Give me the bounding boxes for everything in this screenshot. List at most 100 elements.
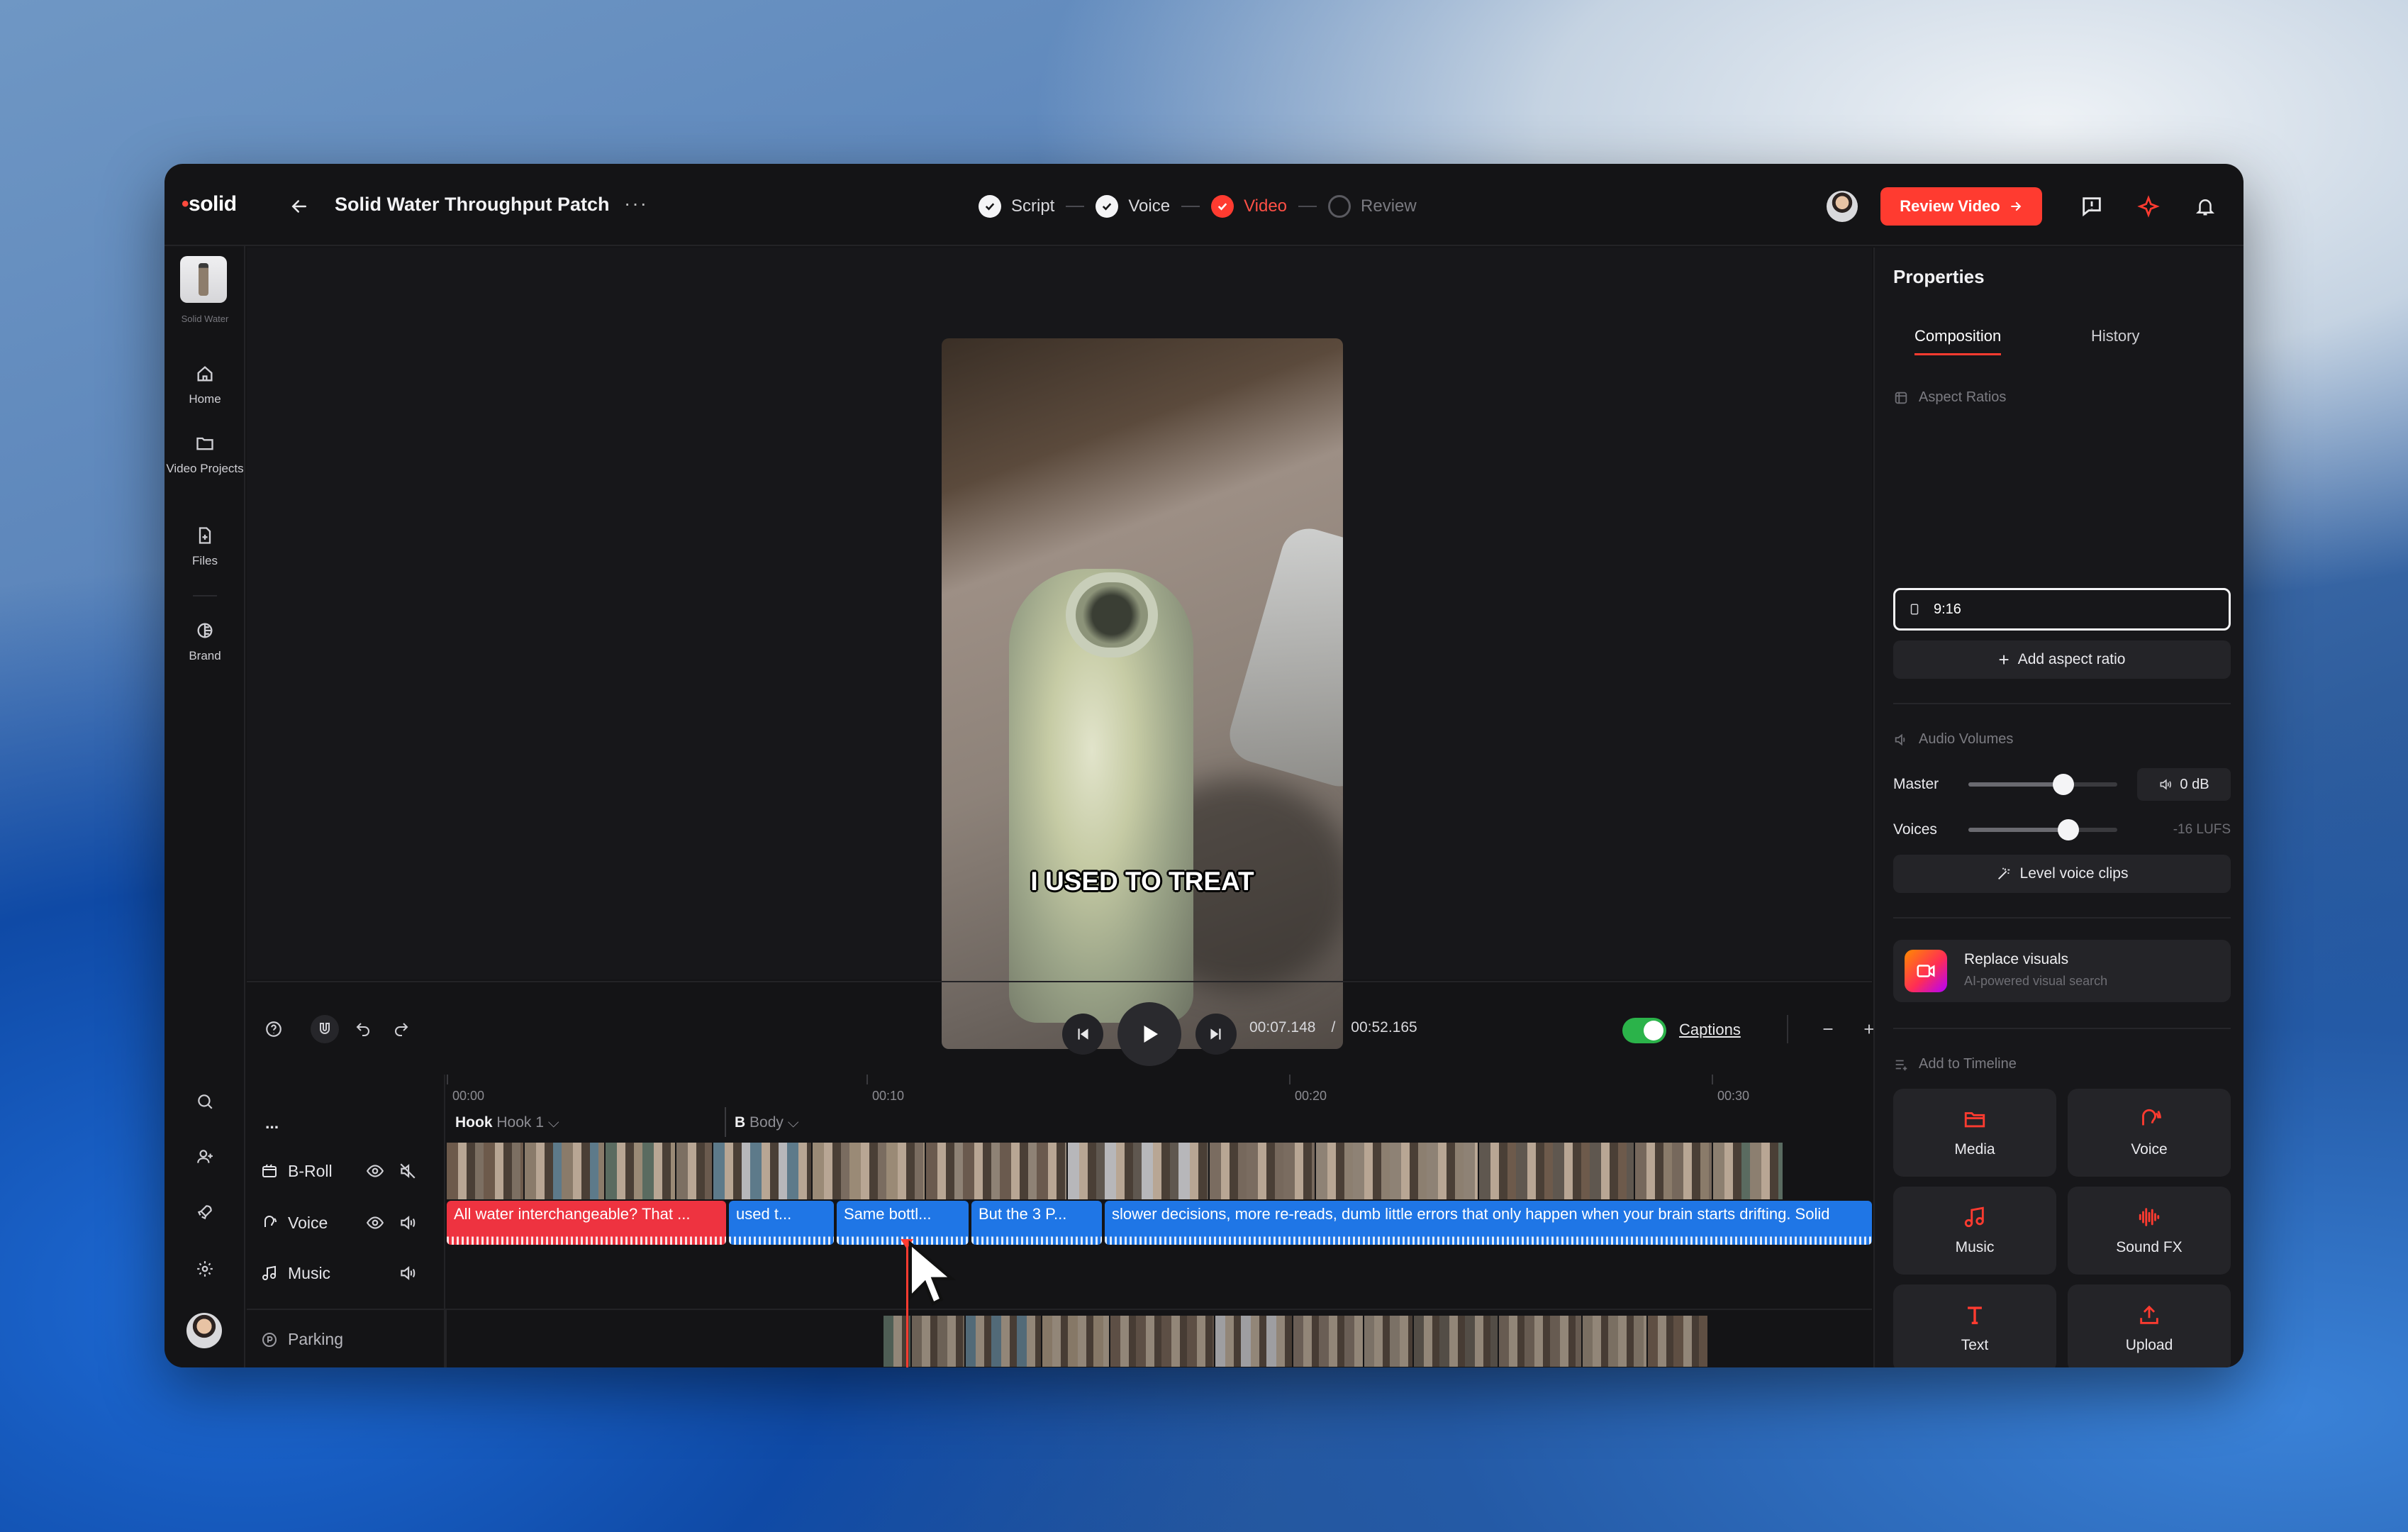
voice-clip[interactable]: used t... xyxy=(729,1201,834,1245)
user-add-icon[interactable] xyxy=(191,1143,219,1171)
voice-clip[interactable]: Same bottl... xyxy=(837,1201,969,1245)
add-media-button[interactable]: Media xyxy=(1893,1089,2056,1177)
parking-clip[interactable] xyxy=(1364,1316,1414,1367)
user-avatar[interactable] xyxy=(186,1313,222,1348)
sidebar-item-video-projects[interactable]: Video Projects xyxy=(165,433,245,477)
eye-icon[interactable] xyxy=(366,1214,384,1232)
step-voice[interactable]: Voice xyxy=(1096,195,1170,218)
step-script[interactable]: Script xyxy=(979,195,1054,218)
parking-clip[interactable] xyxy=(912,1316,966,1367)
step-review[interactable]: Review xyxy=(1328,195,1417,218)
time-ruler[interactable]: 00:00 00:10 00:20 00:30 xyxy=(447,1075,1872,1107)
section-hook[interactable]: Hook Hook 1 ⌵ xyxy=(455,1114,559,1131)
broll-clip[interactable] xyxy=(813,1143,926,1199)
parking-clip[interactable] xyxy=(1215,1316,1293,1367)
parking-clip[interactable] xyxy=(1293,1316,1364,1367)
play-button[interactable] xyxy=(1117,1002,1181,1066)
redo-icon[interactable] xyxy=(387,1015,416,1043)
collaborator-avatar[interactable] xyxy=(1827,191,1858,222)
section-body[interactable]: B Body ⌵ xyxy=(735,1114,799,1131)
volume-icon[interactable] xyxy=(398,1264,417,1282)
voices-slider[interactable] xyxy=(1968,819,2117,840)
tab-composition[interactable]: Composition xyxy=(1914,327,2002,355)
skip-forward-button[interactable] xyxy=(1195,1014,1237,1055)
parking-clip[interactable] xyxy=(1414,1316,1499,1367)
sparkle-icon[interactable] xyxy=(2134,192,2163,221)
voice-track-clips[interactable]: All water interchangeable? That ... used … xyxy=(447,1201,1872,1245)
sidebar-item-home[interactable]: Home xyxy=(165,364,245,408)
volume-muted-icon[interactable] xyxy=(398,1162,417,1180)
parking-clip[interactable] xyxy=(1583,1316,1648,1367)
eye-icon[interactable] xyxy=(366,1162,384,1180)
voice-clip[interactable]: slower decisions, more re-reads, dumb li… xyxy=(1105,1201,1872,1245)
volume-icon[interactable] xyxy=(398,1214,417,1232)
broll-clip[interactable] xyxy=(926,1143,1068,1199)
track-music[interactable]: Music xyxy=(247,1252,445,1294)
undo-icon[interactable] xyxy=(349,1015,377,1043)
project-title[interactable]: Solid Water Throughput Patch xyxy=(335,194,609,216)
tab-history[interactable]: History xyxy=(2091,327,2139,345)
timeline-more-button[interactable]: ... xyxy=(247,1109,445,1137)
broll-track-clips[interactable] xyxy=(447,1143,1872,1199)
parking-clip[interactable] xyxy=(1042,1316,1110,1367)
broll-clip[interactable] xyxy=(1635,1143,1713,1199)
level-voice-clips-button[interactable]: Level voice clips xyxy=(1893,855,2231,893)
sidebar-item-brand[interactable]: Brand xyxy=(165,621,245,665)
voice-clip[interactable]: But the 3 P... xyxy=(971,1201,1102,1245)
add-music-button[interactable]: Music xyxy=(1893,1187,2056,1275)
brand-thumbnail[interactable] xyxy=(180,256,227,303)
broll-clip[interactable] xyxy=(606,1143,676,1199)
captions-link[interactable]: Captions xyxy=(1679,1021,1741,1039)
voices-slider-knob[interactable] xyxy=(2057,819,2079,840)
rocket-icon[interactable] xyxy=(191,1198,219,1226)
bell-icon[interactable] xyxy=(2191,192,2219,221)
track-broll[interactable]: B-Roll xyxy=(247,1143,445,1199)
parking-clip[interactable] xyxy=(1648,1316,1709,1367)
text-icon xyxy=(1968,1306,1982,1325)
add-text-button[interactable]: Text xyxy=(1893,1284,2056,1367)
parking-clip[interactable] xyxy=(966,1316,1042,1367)
timeline: ... B-Roll Voice Music 00:00 00:10 00:20… xyxy=(247,1075,1872,1367)
parking-clip[interactable] xyxy=(1110,1316,1215,1367)
master-slider-knob[interactable] xyxy=(2053,774,2075,795)
help-icon[interactable] xyxy=(260,1015,288,1043)
add-voice-button[interactable]: Voice xyxy=(2068,1089,2231,1177)
voice-clip[interactable]: All water interchangeable? That ... xyxy=(447,1201,726,1245)
track-parking[interactable]: Parking xyxy=(247,1309,1872,1367)
broll-clip[interactable] xyxy=(1210,1143,1316,1199)
broll-clip[interactable] xyxy=(447,1143,525,1199)
timeline-zoom-out-icon[interactable] xyxy=(1814,1015,1842,1043)
add-sound-fx-button[interactable]: Sound FX xyxy=(2068,1187,2231,1275)
project-more-button[interactable]: ··· xyxy=(624,192,648,215)
back-arrow-icon[interactable] xyxy=(285,192,313,221)
review-video-button[interactable]: Review Video xyxy=(1880,187,2042,226)
track-voice[interactable]: Voice xyxy=(247,1201,445,1245)
captions-toggle[interactable] xyxy=(1622,1018,1666,1043)
upload-button[interactable]: Upload xyxy=(2068,1284,2231,1367)
broll-clip[interactable] xyxy=(713,1143,813,1199)
magnet-icon[interactable] xyxy=(311,1015,339,1043)
voices-lufs-value: -16 LUFS xyxy=(2173,822,2231,837)
sidebar-item-files[interactable]: Files xyxy=(165,526,245,570)
add-aspect-ratio-button[interactable]: + Add aspect ratio xyxy=(1893,640,2231,679)
broll-clip[interactable] xyxy=(1068,1143,1210,1199)
master-slider[interactable] xyxy=(1968,774,2117,795)
step-video[interactable]: Video xyxy=(1211,195,1287,218)
broll-clip[interactable] xyxy=(1316,1143,1479,1199)
skip-back-button[interactable] xyxy=(1062,1014,1103,1055)
logo: •solid xyxy=(182,192,237,216)
replace-visuals-card[interactable]: Replace visuals AI-powered visual search xyxy=(1893,940,2231,1002)
search-icon[interactable] xyxy=(191,1087,219,1116)
video-preview[interactable]: I USED TO TREAT xyxy=(942,338,1343,1049)
master-db-value: 0 dB xyxy=(2180,776,2209,792)
master-db-button[interactable]: 0 dB xyxy=(2137,768,2231,801)
broll-clip[interactable] xyxy=(1713,1143,1784,1199)
broll-clip[interactable] xyxy=(676,1143,713,1199)
gear-icon[interactable] xyxy=(191,1255,219,1283)
aspect-ratio-field[interactable]: 9:16 xyxy=(1893,588,2231,631)
broll-clip[interactable] xyxy=(1479,1143,1635,1199)
feedback-icon[interactable] xyxy=(2078,192,2106,221)
parking-clips[interactable] xyxy=(884,1316,1808,1367)
parking-clip[interactable] xyxy=(1499,1316,1583,1367)
broll-clip[interactable] xyxy=(525,1143,606,1199)
